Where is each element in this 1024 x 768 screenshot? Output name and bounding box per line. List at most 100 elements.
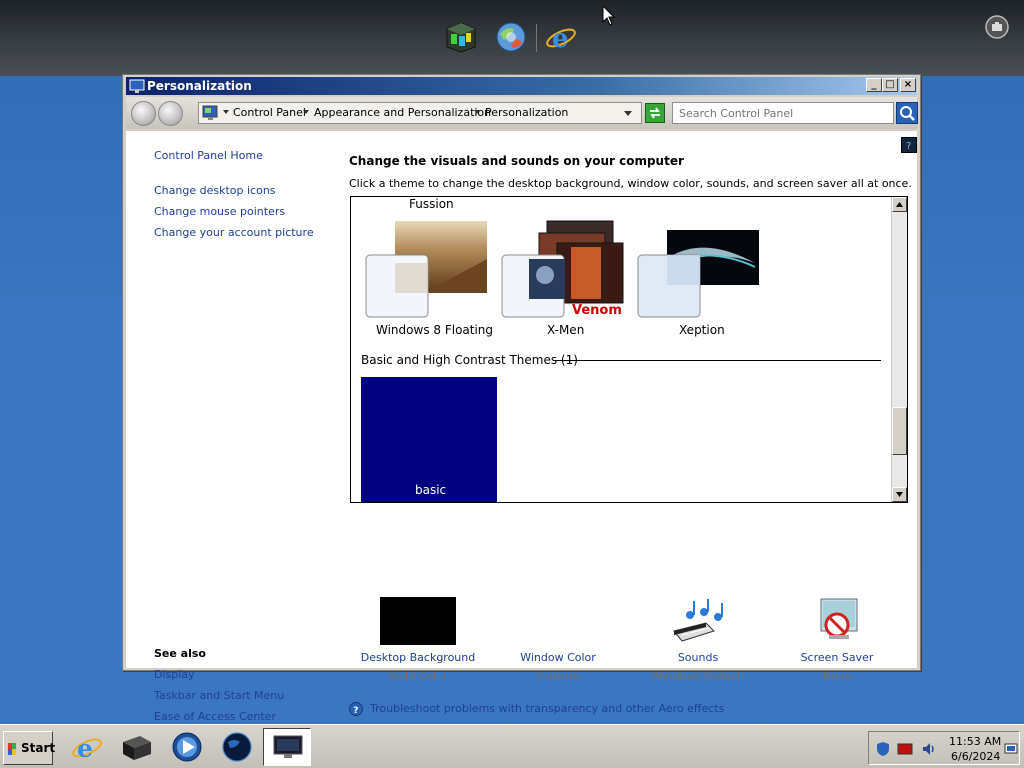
toolbox-app-icon[interactable] xyxy=(444,20,478,54)
change-desktop-icons-link[interactable]: Change desktop icons xyxy=(154,184,276,197)
change-mouse-pointers-link[interactable]: Change mouse pointers xyxy=(154,205,285,218)
minimize-button[interactable]: _ xyxy=(866,78,882,92)
refresh-icon[interactable] xyxy=(645,103,665,123)
media-player-icon[interactable] xyxy=(170,730,204,764)
clock-date[interactable]: 6/6/2024 xyxy=(951,750,1000,763)
start-label: Start xyxy=(21,741,56,755)
screen-saver-link[interactable]: Screen Saver xyxy=(767,651,907,664)
screen-saver-icon xyxy=(820,598,858,639)
arrow-up-icon xyxy=(896,202,903,207)
troubleshoot-help-icon: ? xyxy=(349,702,363,716)
svg-text:e: e xyxy=(77,734,93,763)
desktop-background-link[interactable]: Desktop Background xyxy=(348,651,488,664)
help-icon[interactable]: ? xyxy=(901,137,917,153)
taskbar: Start e 11:53 AM 6/6/2024 xyxy=(0,724,1024,768)
internet-explorer-icon[interactable]: e xyxy=(70,730,104,764)
screen-saver-value: None xyxy=(822,670,852,683)
window-title: Personalization xyxy=(147,79,252,93)
back-button[interactable] xyxy=(131,101,156,126)
personalization-app-icon xyxy=(129,79,145,93)
svg-text:?: ? xyxy=(353,706,358,716)
maximize-button[interactable]: □ xyxy=(882,78,898,92)
group-divider xyxy=(555,360,881,361)
theme-preview-xeption xyxy=(637,230,759,318)
taskbar-personalization-button[interactable] xyxy=(263,728,311,766)
theme-preview-x-men: Venom xyxy=(501,220,624,318)
page-heading: Change the visuals and sounds on your co… xyxy=(349,154,684,168)
forward-button[interactable] xyxy=(158,101,183,126)
troubleshoot-aero-link[interactable]: Troubleshoot problems with transparency … xyxy=(370,702,724,715)
theme-windows-8-floating[interactable]: Windows 8 Floating xyxy=(365,219,495,337)
venom-logo-text: Venom xyxy=(572,303,622,318)
breadcrumb-control-panel[interactable]: Control Panel xyxy=(233,106,306,119)
svg-text:e: e xyxy=(552,24,569,54)
arrow-down-icon xyxy=(896,492,903,497)
sounds-value: Windows Default xyxy=(651,670,745,683)
theme-list: Fussion Windows 8 Floating Venom X-Men X… xyxy=(350,196,908,503)
dock-separator xyxy=(536,24,537,52)
content-area: Control Panel Home Change desktop icons … xyxy=(126,131,917,723)
sounds-link[interactable]: Sounds xyxy=(628,651,768,664)
address-bar[interactable]: Control Panel Appearance and Personaliza… xyxy=(198,102,642,124)
mouse-cursor-icon xyxy=(602,5,616,26)
navigation-bar: Control Panel Appearance and Personaliza… xyxy=(126,97,918,129)
breadcrumb-personalization[interactable]: Personalization xyxy=(485,106,568,119)
personalization-taskbar-icon xyxy=(273,735,303,758)
scroll-up-button[interactable] xyxy=(892,197,907,212)
briefcase-icon[interactable] xyxy=(985,15,1009,39)
see-also-heading: See also xyxy=(154,647,206,660)
start-button[interactable]: Start xyxy=(3,731,56,765)
globe-icon[interactable] xyxy=(220,730,254,764)
theme-preview-windows-8-floating xyxy=(365,221,487,318)
device-box-icon[interactable] xyxy=(120,730,154,764)
taskbar-start-menu-link[interactable]: Taskbar and Start Menu xyxy=(154,689,284,702)
theme-x-men[interactable]: Venom X-Men xyxy=(501,219,631,337)
breadcrumb-arrow-icon[interactable] xyxy=(474,110,480,114)
window-color-icon xyxy=(520,597,596,645)
page-description: Click a theme to change the desktop back… xyxy=(349,177,912,190)
theme-name: Windows 8 Floating xyxy=(376,323,494,337)
theme-list-scrollbar[interactable] xyxy=(891,197,907,502)
solid-color-swatch xyxy=(380,597,456,645)
internet-explorer-icon[interactable]: e xyxy=(544,20,578,54)
theme-xeption[interactable]: Xeption xyxy=(637,219,767,337)
network-monitor-icon[interactable] xyxy=(897,741,913,757)
window-color-value: Custom xyxy=(536,670,580,683)
change-account-picture-link[interactable]: Change your account picture xyxy=(154,226,314,239)
control-panel-icon xyxy=(202,105,218,120)
ease-of-access-link[interactable]: Ease of Access Center xyxy=(154,710,276,723)
security-shield-icon[interactable] xyxy=(875,741,891,757)
scroll-thumb[interactable] xyxy=(892,407,907,455)
breadcrumb-arrow-icon[interactable] xyxy=(303,110,309,114)
window-color-link[interactable]: Window Color xyxy=(488,651,628,664)
search-input[interactable] xyxy=(672,102,894,124)
personalization-window: Personalization _ □ × Control Panel Appe… xyxy=(122,74,921,723)
desktop-background-setting[interactable]: Desktop Background Solid Color xyxy=(348,597,488,683)
start-flag-icon xyxy=(8,743,16,755)
volume-icon[interactable] xyxy=(921,741,937,757)
theme-name: Xeption xyxy=(679,323,725,337)
control-panel-home-link[interactable]: Control Panel Home xyxy=(154,149,263,162)
network-globe-icon[interactable] xyxy=(494,20,528,54)
theme-group-label: Fussion xyxy=(409,197,454,211)
system-tray: 11:53 AM 6/6/2024 xyxy=(868,731,1020,765)
clock-time[interactable]: 11:53 AM xyxy=(949,735,1001,748)
breadcrumb-arrow-icon[interactable] xyxy=(223,110,229,114)
basic-theme-name: basic xyxy=(415,483,447,497)
basic-themes-group-label: Basic and High Contrast Themes (1) xyxy=(361,353,578,367)
desktop-background-value: Solid Color xyxy=(388,670,448,683)
address-dropdown-icon[interactable] xyxy=(624,111,632,116)
breadcrumb-appearance[interactable]: Appearance and Personalization xyxy=(314,106,491,119)
sounds-setting[interactable]: Sounds Windows Default xyxy=(628,597,768,683)
sounds-icon xyxy=(673,599,723,642)
display-link[interactable]: Display xyxy=(154,668,195,681)
close-button[interactable]: × xyxy=(900,78,916,92)
top-dock-bar: e xyxy=(0,0,1024,76)
window-titlebar[interactable]: Personalization _ □ × xyxy=(126,77,917,95)
window-color-setting[interactable]: Window Color Custom xyxy=(488,597,628,683)
search-icon[interactable] xyxy=(896,102,918,124)
scroll-down-button[interactable] xyxy=(892,487,907,502)
screen-saver-setting[interactable]: Screen Saver None xyxy=(767,597,907,683)
theme-basic[interactable]: basic xyxy=(361,377,497,502)
show-desktop-icon[interactable] xyxy=(1003,741,1019,757)
